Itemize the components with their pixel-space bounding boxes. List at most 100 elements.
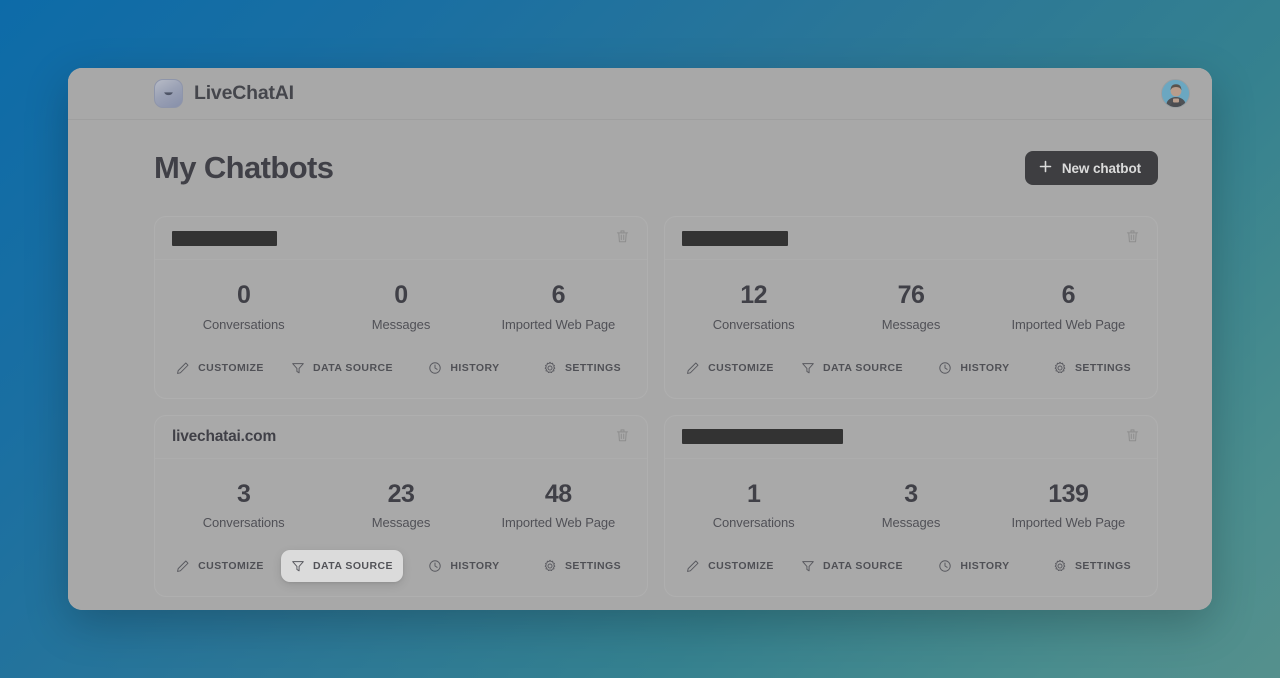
history-button[interactable]: HISTORY: [407, 550, 521, 582]
stat-value: 12: [740, 281, 768, 309]
clock-icon: [428, 559, 442, 573]
stat-value: 139: [1048, 479, 1089, 508]
stat-imported-web-page: 6 Imported Web Page: [990, 281, 1147, 332]
delete-chatbot-button[interactable]: [611, 426, 633, 448]
plus-icon: [1039, 160, 1052, 176]
settings-button[interactable]: SETTINGS: [1035, 352, 1149, 384]
chatbot-card[interactable]: livechatai.com 3 Conversations 23 Messag…: [154, 414, 648, 597]
card-stats: 0 Conversations 0 Messages 6 Imported We…: [155, 260, 647, 338]
stat-conversations: 1 Conversations: [675, 479, 832, 530]
stat-value: 3: [904, 479, 918, 508]
gear-icon: [543, 559, 557, 573]
settings-button[interactable]: SETTINGS: [525, 352, 639, 384]
data-source-button[interactable]: DATA SOURCE: [791, 352, 913, 384]
stat-label: Messages: [371, 515, 431, 530]
history-button[interactable]: HISTORY: [917, 550, 1031, 582]
history-label: HISTORY: [450, 560, 500, 572]
chatbot-name: [682, 230, 788, 246]
history-label: HISTORY: [960, 361, 1010, 374]
history-button[interactable]: HISTORY: [917, 352, 1031, 384]
customize-button[interactable]: CUSTOMIZE: [673, 352, 787, 384]
history-label: HISTORY: [450, 361, 500, 374]
stat-value: 0: [394, 281, 408, 309]
data-source-label: DATA SOURCE: [822, 560, 903, 572]
stat-label: Conversations: [202, 515, 285, 530]
card-header: [665, 416, 1157, 459]
data-source-button[interactable]: DATA SOURCE: [791, 550, 913, 582]
stat-messages: 76 Messages: [832, 281, 989, 332]
history-label: HISTORY: [960, 560, 1010, 572]
data-source-label: DATA SOURCE: [312, 560, 393, 572]
settings-label: SETTINGS: [564, 361, 622, 374]
stat-label: Conversations: [712, 515, 795, 530]
card-actions: CUSTOMIZE DATA SOURCE HISTORY SETTINGS: [665, 536, 1157, 596]
stat-label: Imported Web Page: [1011, 316, 1126, 332]
stat-label: Imported Web Page: [501, 515, 616, 530]
card-stats: 3 Conversations 23 Messages 48 Imported …: [155, 459, 647, 537]
history-button[interactable]: HISTORY: [407, 352, 521, 384]
stat-label: Messages: [881, 316, 941, 332]
pencil-icon: [176, 559, 190, 573]
clock-icon: [938, 559, 952, 573]
data-source-button[interactable]: DATA SOURCE: [280, 550, 403, 582]
customize-label: CUSTOMIZE: [198, 361, 264, 374]
customize-button[interactable]: CUSTOMIZE: [673, 550, 787, 582]
new-chatbot-button[interactable]: New chatbot: [1024, 151, 1158, 185]
card-header: [155, 217, 647, 260]
stat-value: 0: [236, 281, 251, 309]
clock-icon: [938, 361, 952, 375]
gear-icon: [543, 361, 557, 375]
delete-chatbot-button[interactable]: [611, 227, 633, 249]
funnel-icon: [801, 361, 815, 375]
card-header: livechatai.com: [155, 416, 647, 459]
stat-imported-web-page: 48 Imported Web Page: [480, 479, 637, 530]
trash-icon: [1125, 428, 1140, 446]
stat-messages: 23 Messages: [322, 479, 479, 530]
customize-button[interactable]: CUSTOMIZE: [163, 352, 277, 384]
customize-label: CUSTOMIZE: [708, 361, 774, 374]
chatbot-card[interactable]: 1 Conversations 3 Messages 139 Imported …: [664, 414, 1158, 597]
stat-value: 6: [1061, 281, 1076, 309]
trash-icon: [615, 428, 630, 446]
settings-label: SETTINGS: [1074, 361, 1132, 374]
stat-value: 3: [236, 479, 251, 508]
card-actions: CUSTOMIZE DATA SOURCE HISTORY SETTINGS: [665, 338, 1157, 398]
main-content: My Chatbots New chatbot 0 Conversations …: [68, 120, 1212, 610]
chatbot-card[interactable]: 12 Conversations 76 Messages 6 Imported …: [664, 216, 1158, 399]
page-title: My Chatbots: [154, 150, 334, 185]
trash-icon: [1125, 229, 1140, 247]
app-header: LiveChatAI: [68, 68, 1212, 120]
stat-conversations: 12 Conversations: [675, 281, 832, 331]
stat-label: Imported Web Page: [501, 316, 616, 332]
stat-conversations: 0 Conversations: [165, 281, 322, 331]
stat-value: 23: [387, 479, 415, 508]
user-avatar[interactable]: [1161, 79, 1190, 108]
brand[interactable]: LiveChatAI: [154, 79, 294, 108]
stat-label: Messages: [881, 515, 941, 530]
settings-button[interactable]: SETTINGS: [1035, 550, 1149, 582]
data-source-button[interactable]: DATA SOURCE: [281, 352, 403, 384]
funnel-icon: [291, 361, 305, 375]
delete-chatbot-button[interactable]: [1121, 227, 1143, 249]
pencil-icon: [176, 361, 190, 375]
chatbot-cards-grid: 0 Conversations 0 Messages 6 Imported We…: [154, 216, 1158, 597]
stat-label: Imported Web Page: [1011, 515, 1126, 530]
funnel-icon: [801, 559, 815, 573]
chatbot-name: [682, 429, 843, 444]
data-source-label: DATA SOURCE: [822, 361, 903, 374]
stat-value: 76: [897, 281, 925, 309]
settings-button[interactable]: SETTINGS: [525, 550, 639, 582]
chatbot-card[interactable]: 0 Conversations 0 Messages 6 Imported We…: [154, 216, 648, 399]
stat-value: 48: [544, 479, 572, 508]
stat-value: 1: [746, 479, 761, 508]
settings-label: SETTINGS: [1074, 560, 1132, 572]
delete-chatbot-button[interactable]: [1121, 426, 1143, 448]
clock-icon: [428, 361, 442, 375]
app-window: LiveChatAI My Chatbots New chatbot 0 Con…: [68, 68, 1212, 610]
livechatai-smile-logo-icon: [154, 79, 183, 108]
customize-button[interactable]: CUSTOMIZE: [163, 550, 277, 582]
funnel-icon: [291, 559, 305, 573]
card-header: [665, 217, 1157, 260]
card-actions: CUSTOMIZE DATA SOURCE HISTORY SETTINGS: [155, 536, 647, 596]
stat-label: Messages: [371, 316, 431, 332]
